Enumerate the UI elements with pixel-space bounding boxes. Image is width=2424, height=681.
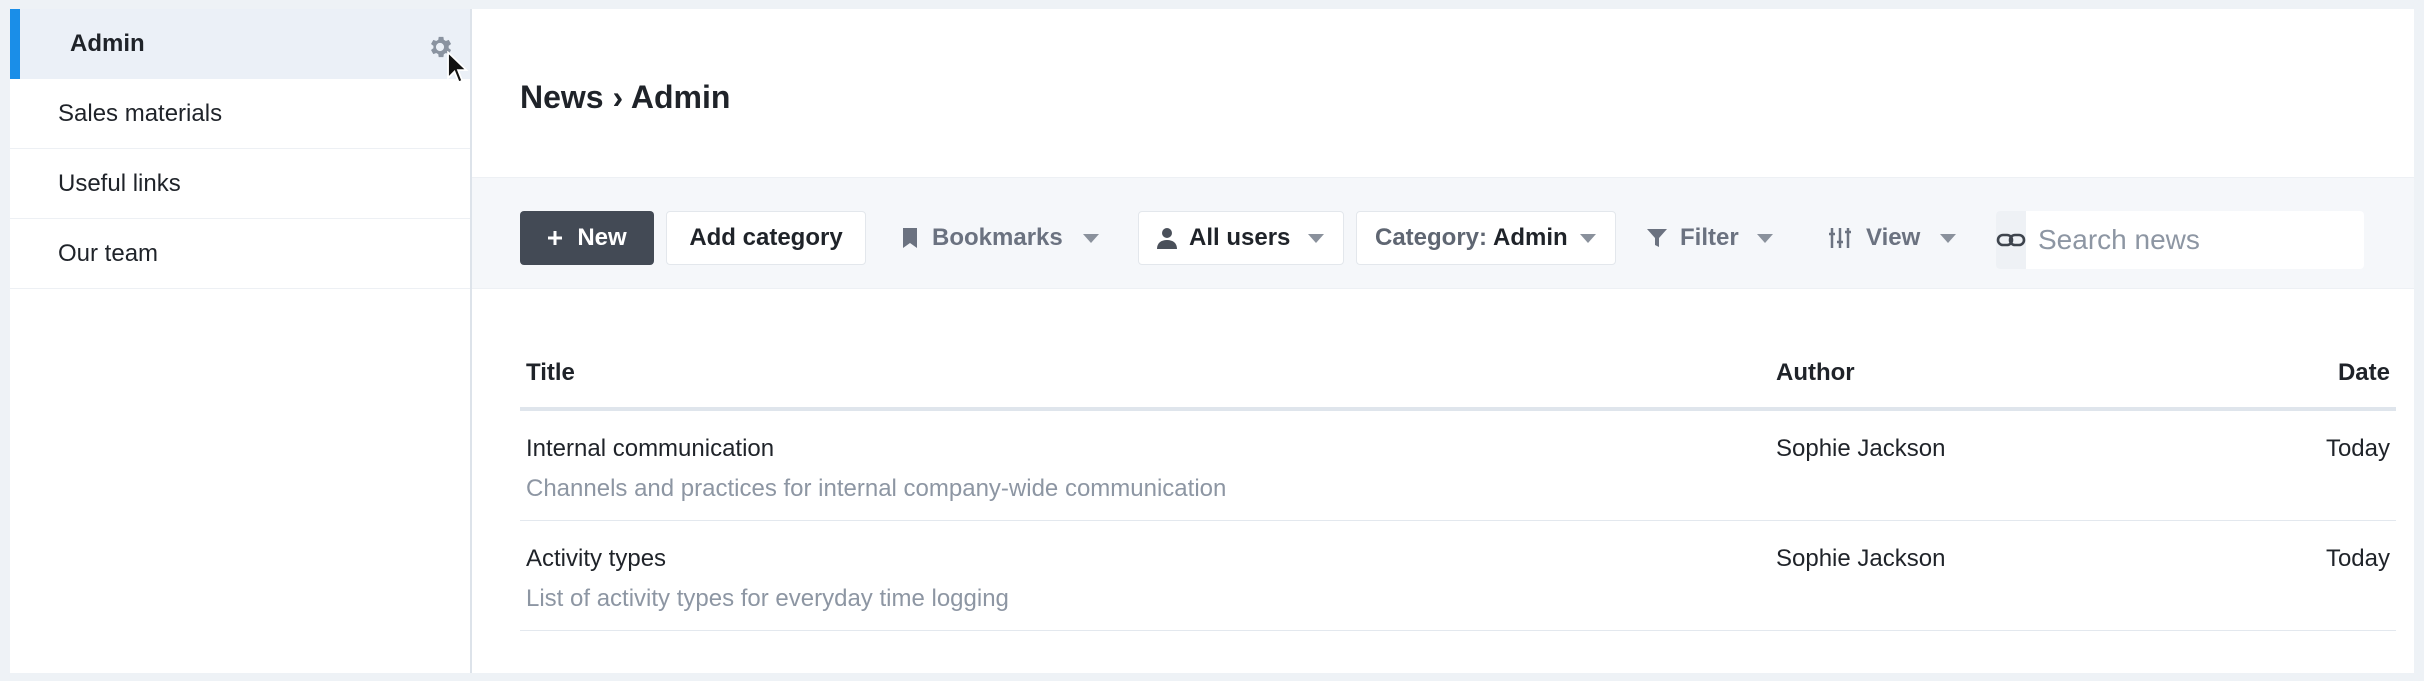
chevron-down-icon — [1579, 233, 1596, 243]
sidebar-item-sales-materials[interactable]: Sales materials — [10, 79, 470, 149]
row-title[interactable]: Activity types — [526, 545, 1776, 573]
chevron-down-icon — [1756, 233, 1773, 243]
row-subtitle: List of activity types for everyday time… — [526, 585, 1009, 612]
plus-icon — [548, 231, 563, 245]
category-value: Admin — [1493, 224, 1568, 251]
row-date: Today — [2325, 435, 2390, 462]
row-title-cell: Internal communication Channels and prac… — [520, 411, 1776, 520]
all-users-dropdown[interactable]: All users — [1138, 211, 1344, 265]
column-header-author[interactable]: Author — [1776, 359, 2276, 387]
row-title-cell: Activity types List of activity types fo… — [520, 521, 1776, 630]
sidebar-item-label: Useful links — [58, 169, 181, 197]
sidebar-item-our-team[interactable]: Our team — [10, 219, 470, 289]
view-dropdown[interactable]: View — [1828, 211, 1957, 265]
link-button[interactable] — [1996, 211, 2026, 269]
filter-label: Filter — [1680, 224, 1739, 251]
sliders-icon — [1829, 228, 1851, 248]
bookmarks-dropdown[interactable]: Bookmarks — [902, 211, 1099, 265]
bookmarks-label: Bookmarks — [932, 224, 1063, 251]
sidebar-item-useful-links[interactable]: Useful links — [10, 149, 470, 219]
chevron-down-icon — [1082, 233, 1099, 243]
table-row[interactable]: Internal communication Channels and prac… — [520, 411, 2396, 521]
add-category-label: Add category — [689, 224, 843, 251]
column-header-title[interactable]: Title — [520, 359, 1776, 387]
new-button[interactable]: New — [520, 211, 654, 265]
table-row[interactable]: Activity types List of activity types fo… — [520, 521, 2396, 631]
filter-icon — [1647, 229, 1667, 247]
add-category-button[interactable]: Add category — [666, 211, 866, 265]
bookmark-icon — [903, 228, 917, 248]
sidebar-item-label: Our team — [58, 239, 159, 267]
user-icon — [1157, 228, 1177, 249]
column-header-date[interactable]: Date — [2276, 359, 2396, 387]
all-users-label: All users — [1189, 224, 1291, 251]
filter-dropdown[interactable]: Filter — [1646, 211, 1773, 265]
row-title[interactable]: Internal communication — [526, 435, 1776, 463]
category-dropdown[interactable]: Category: Admin — [1356, 211, 1616, 265]
row-author: Sophie Jackson — [1776, 435, 1946, 462]
breadcrumb: News › Admin — [520, 79, 731, 115]
news-table: Title Author Date Internal communication… — [520, 339, 2396, 631]
new-button-label: New — [577, 224, 627, 251]
table-header: Title Author Date — [520, 339, 2396, 411]
row-date: Today — [2325, 545, 2390, 572]
sidebar-item-label: Admin — [70, 30, 145, 57]
main-content: News › Admin New Add category Bookmarks — [472, 9, 2414, 673]
sidebar-item-admin[interactable]: Admin — [10, 9, 470, 84]
search-input[interactable] — [2026, 211, 2399, 269]
toolbar: New Add category Bookmarks All users Cat… — [472, 177, 2414, 289]
app-frame: Admin Sales materials Useful links Our t… — [10, 9, 2414, 673]
row-subtitle: Channels and practices for internal comp… — [526, 475, 1227, 502]
row-author: Sophie Jackson — [1776, 545, 1946, 572]
sidebar-item-label: Sales materials — [58, 99, 223, 127]
chevron-down-icon — [1940, 233, 1957, 243]
view-label: View — [1866, 224, 1921, 251]
chevron-down-icon — [1308, 233, 1325, 243]
sidebar: Admin Sales materials Useful links Our t… — [10, 9, 472, 673]
link-icon — [1996, 233, 2026, 247]
search-box — [1996, 211, 2399, 269]
category-prefix: Category: — [1375, 224, 1488, 251]
